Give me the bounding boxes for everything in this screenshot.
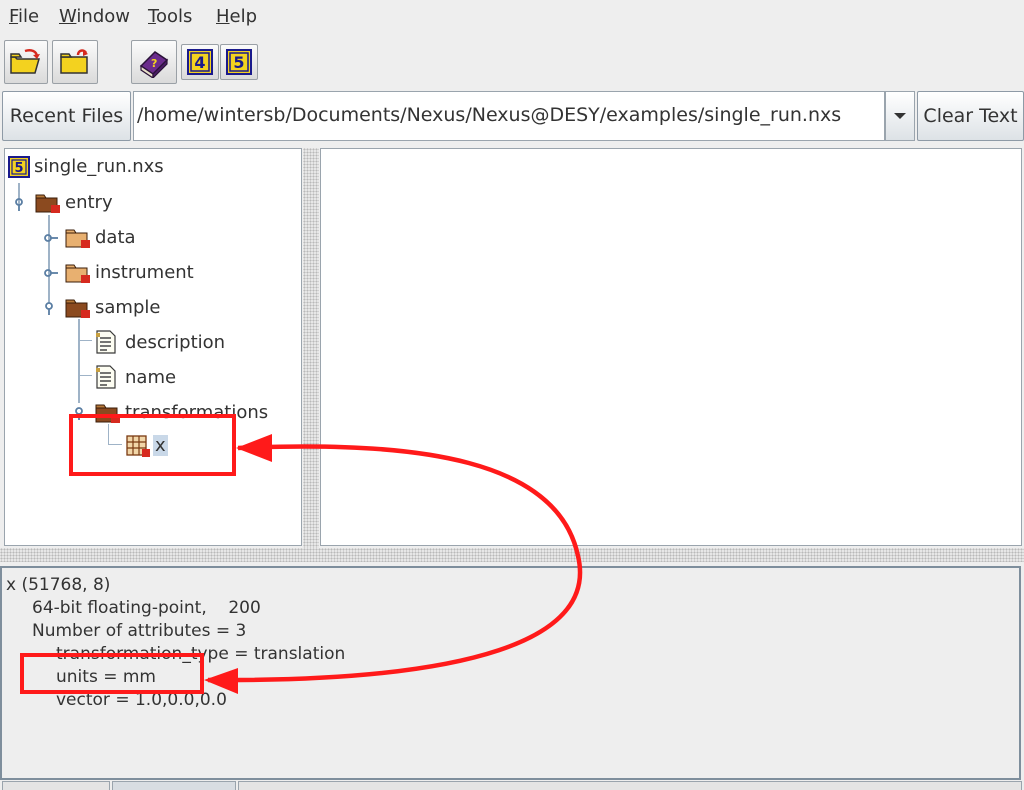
info-datatype: 64-bit floating-point, 200 [32,598,261,618]
collapsed-handle-icon[interactable] [43,231,59,245]
tree-node-label: data [95,227,136,248]
bottom-tab-area [238,781,1022,790]
tree-node-label: name [125,367,177,388]
tree-node-name[interactable]: name [5,363,295,393]
info-dataset-shape: x (51768, 8) [6,575,111,595]
open-folder-icon [10,49,40,74]
chevron-down-icon [894,113,906,119]
clear-text-button[interactable]: Clear Text [917,91,1024,141]
tree-node-root[interactable]: 5 single_run.nxs [5,153,295,183]
svg-text:5: 5 [233,53,244,72]
menu-window[interactable]: Window [59,6,130,27]
bottom-tab-strip [0,781,1024,790]
horizontal-splitter[interactable] [0,548,1024,562]
tree-node-sample[interactable]: sample [5,293,295,323]
svg-text:5: 5 [14,161,23,176]
nexus-group-icon [65,229,90,248]
hdf5-icon: 5 [226,49,252,75]
file-path-bar: Recent Files /home/wintersb/Documents/Ne… [0,89,1024,145]
file-tree-panel: 5 single_run.nxs entry data instrument s… [4,148,302,546]
menu-tools[interactable]: Tools [148,6,192,27]
vertical-splitter[interactable] [303,148,319,548]
tree-node-label: entry [65,192,113,213]
content-panel [320,148,1022,546]
tree-node-label: transformations [125,402,269,423]
hdf4-button[interactable]: 4 [181,44,219,80]
close-folder-icon [60,49,88,74]
help-book-icon: ? [139,51,169,78]
bottom-tab[interactable] [112,781,236,790]
menu-bar: File Window Tools Help [0,0,1024,34]
tree-node-instrument[interactable]: instrument [5,258,295,288]
recent-files-button[interactable]: Recent Files [2,91,131,141]
expanded-handle-icon[interactable] [11,197,27,211]
tree-node-data[interactable]: data [5,223,295,253]
numeric-dataset-icon [126,435,150,457]
collapsed-handle-icon[interactable] [43,266,59,280]
file-path-input[interactable]: /home/wintersb/Documents/Nexus/Nexus@DES… [133,91,885,141]
svg-text:?: ? [151,57,157,70]
expanded-handle-icon[interactable] [41,301,57,315]
expanded-handle-icon[interactable] [71,406,87,420]
tree-node-transformations[interactable]: transformations [5,398,295,428]
nexus-group-icon [95,404,120,423]
tree-node-label: x [153,435,168,456]
hdf5-button[interactable]: 5 [220,44,258,80]
tree-node-description[interactable]: description [5,328,295,358]
tree-node-label: sample [95,297,161,318]
info-panel: x (51768, 8) 64-bit floating-point, 200 … [0,566,1021,780]
menu-file[interactable]: File [9,6,39,27]
nexus-group-icon [65,299,90,318]
help-button[interactable]: ? [131,40,177,84]
text-dataset-icon [96,365,116,389]
menu-help[interactable]: Help [216,6,257,27]
close-file-button[interactable] [52,40,98,84]
svg-text:4: 4 [194,53,205,72]
info-attribute-transformation-type: transformation_type = translation [56,644,346,664]
info-attribute-count: Number of attributes = 3 [32,621,247,641]
tree-node-x[interactable]: x [5,432,295,462]
hdf5-file-icon: 5 [8,156,30,178]
nexus-group-icon [35,194,60,213]
info-attribute-vector: vector = 1.0,0.0,0.0 [56,690,227,710]
hdf4-icon: 4 [187,49,213,75]
info-attribute-units: units = mm [56,667,156,687]
nexus-group-icon [65,264,90,283]
bottom-tab[interactable] [2,781,110,790]
toolbar: ? 4 5 [0,34,1024,86]
text-dataset-icon [96,330,116,354]
hdfview-window: File Window Tools Help ? 4 5 Recent File… [0,0,1024,790]
open-file-button[interactable] [4,40,48,84]
tree-node-label: instrument [95,262,194,283]
tree-node-label: single_run.nxs [34,156,164,177]
tree-node-entry[interactable]: entry [5,188,295,218]
tree-node-label: description [125,332,226,353]
path-dropdown-button[interactable] [885,91,915,141]
